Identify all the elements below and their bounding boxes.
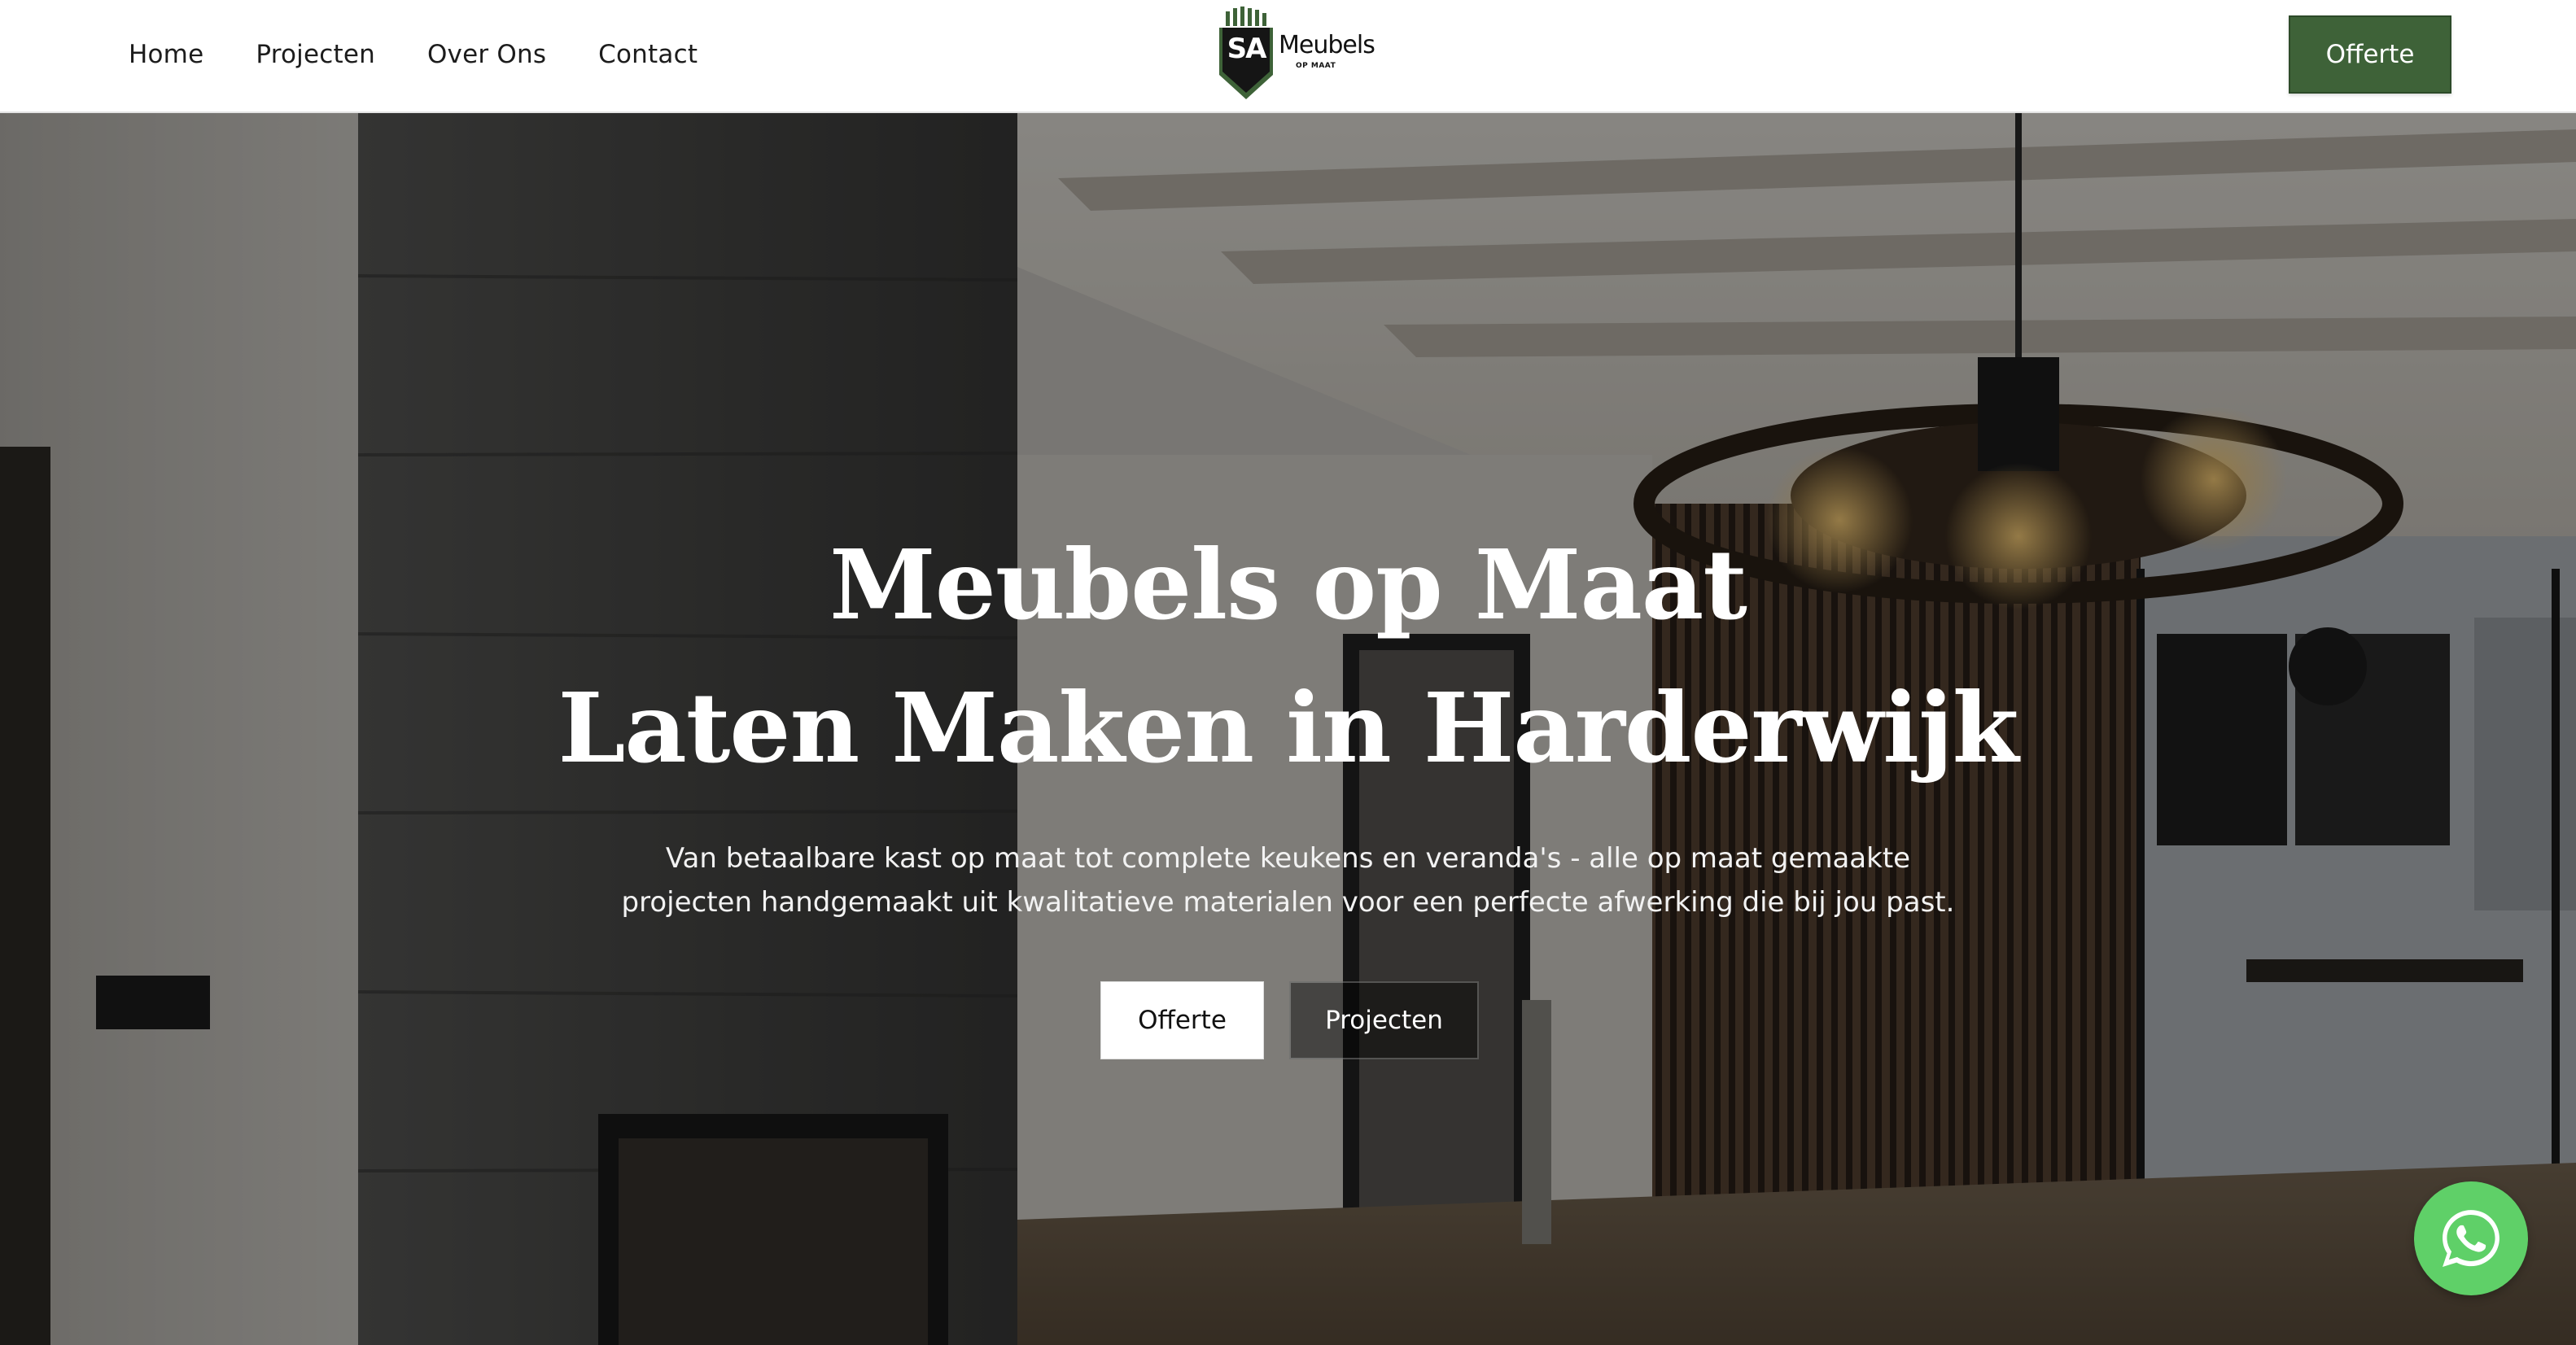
nav-projecten[interactable]: Projecten [256,40,375,69]
logo-subtitle: OP MAAT [1296,62,1336,70]
whatsapp-icon [2443,1210,2499,1267]
nav-contact[interactable]: Contact [598,40,698,69]
site-header: Home Projecten Over Ons Contact SA Meube… [0,0,2576,113]
hero-section: Meubels op Maat Laten Maken in Harderwij… [0,113,2576,1345]
nav-over-ons[interactable]: Over Ons [427,40,546,69]
hero-offerte-button[interactable]: Offerte [1100,981,1264,1059]
hero-title-line1: Meubels op Maat [829,528,1747,641]
main-nav: Home Projecten Over Ons Contact [129,0,698,109]
whatsapp-button[interactable] [2414,1181,2528,1295]
header-offerte-button[interactable]: Offerte [2289,15,2451,94]
hero-description-line2: projecten handgemaakt uit kwalitatieve m… [621,886,1955,919]
hero-title-line2: Laten Maken in Harderwijk [558,671,2018,784]
logo-initials: SA [1227,33,1267,65]
site-logo[interactable]: SA Meubels OP MAAT [1218,7,1375,101]
nav-home[interactable]: Home [129,40,203,69]
logo-word: Meubels [1279,31,1375,59]
hero-projecten-button[interactable]: Projecten [1289,981,1479,1059]
hero-description-line1: Van betaalbare kast op maat tot complete… [665,842,1911,875]
